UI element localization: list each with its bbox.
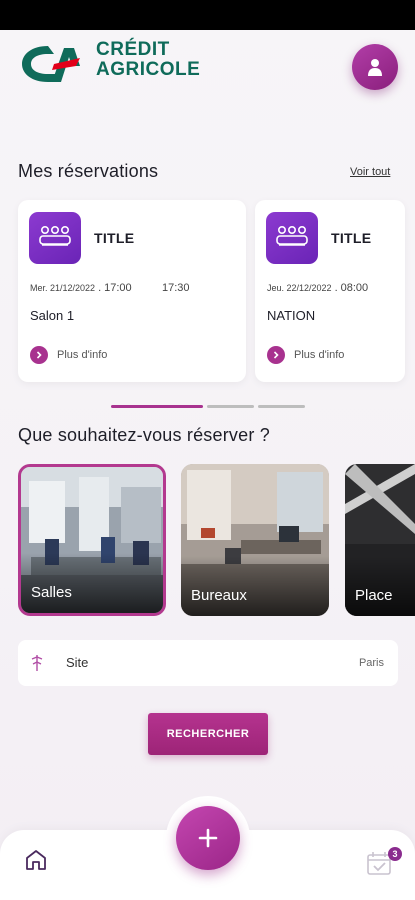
reservation-start: 17:00 (104, 282, 132, 294)
profile-button[interactable] (352, 44, 398, 90)
chevron-right-icon (267, 346, 285, 364)
category-label: Bureaux (191, 587, 247, 604)
brand-line-2: AGRICOLE (96, 59, 201, 80)
more-info-link[interactable]: Plus d'info (30, 346, 107, 364)
pager-indicator (207, 405, 254, 408)
reservation-title: TITLE (94, 230, 135, 246)
meeting-room-icon (29, 212, 81, 264)
more-info-link[interactable]: Plus d'info (267, 346, 344, 364)
location-pin-icon (31, 655, 43, 671)
category-tile-salles[interactable]: Salles (18, 464, 166, 616)
notification-badge: 3 (388, 847, 402, 861)
add-reservation-button[interactable] (176, 806, 240, 870)
reservation-day: Jeu. 22/12/2022 (267, 283, 332, 293)
chevron-right-icon (30, 346, 48, 364)
reservation-title: TITLE (331, 230, 372, 246)
category-tile-place[interactable]: Place (345, 464, 415, 616)
site-value: Paris (358, 657, 384, 669)
reservation-room: NATION (267, 308, 316, 323)
reservation-start: 08:00 (340, 282, 369, 294)
logo-mark-icon (22, 46, 80, 82)
meeting-room-icon (266, 212, 318, 264)
reservation-room: Salon 1 (30, 308, 75, 323)
book-title: Que souhaitez-vous réserver ? (18, 425, 270, 445)
reservation-date: Mer. 21/12/2022. 17:00 (30, 282, 132, 294)
logo-text: CRÉDIT AGRICOLE (96, 40, 200, 80)
more-info-label: Plus d'info (294, 349, 345, 361)
reservation-date: Jeu. 22/12/2022. 08:00 (267, 282, 369, 294)
reservation-card[interactable]: TITLE Jeu. 22/12/2022. 08:00 NATION Plus … (255, 200, 405, 382)
pager-indicator (258, 405, 305, 408)
pager-indicator-active (111, 405, 203, 408)
plus-icon (198, 828, 218, 848)
more-info-label: Plus d'info (57, 349, 108, 361)
home-icon[interactable] (24, 848, 48, 872)
reservations-title: Mes réservations (18, 161, 159, 181)
reservation-card[interactable]: TITLE Mer. 21/12/2022. 17:00 17:30 Salon … (18, 200, 246, 382)
user-icon (368, 59, 382, 76)
search-button[interactable]: RECHERCHER (148, 713, 268, 755)
category-label: Place (355, 587, 393, 604)
category-tile-bureaux[interactable]: Bureaux (181, 464, 329, 616)
credit-agricole-logo: CRÉDIT AGRICOLE (18, 40, 208, 88)
site-selector[interactable]: Site Paris (18, 640, 398, 686)
see-all-link[interactable]: Voir tout (350, 166, 390, 178)
category-label: Salles (31, 584, 72, 601)
brand-line-1: CRÉDIT (96, 39, 170, 60)
site-label: Site (66, 655, 89, 670)
status-bar (0, 0, 415, 30)
reservation-end: 17:30 (162, 282, 190, 294)
reservation-day: Mer. 21/12/2022 (30, 283, 96, 293)
